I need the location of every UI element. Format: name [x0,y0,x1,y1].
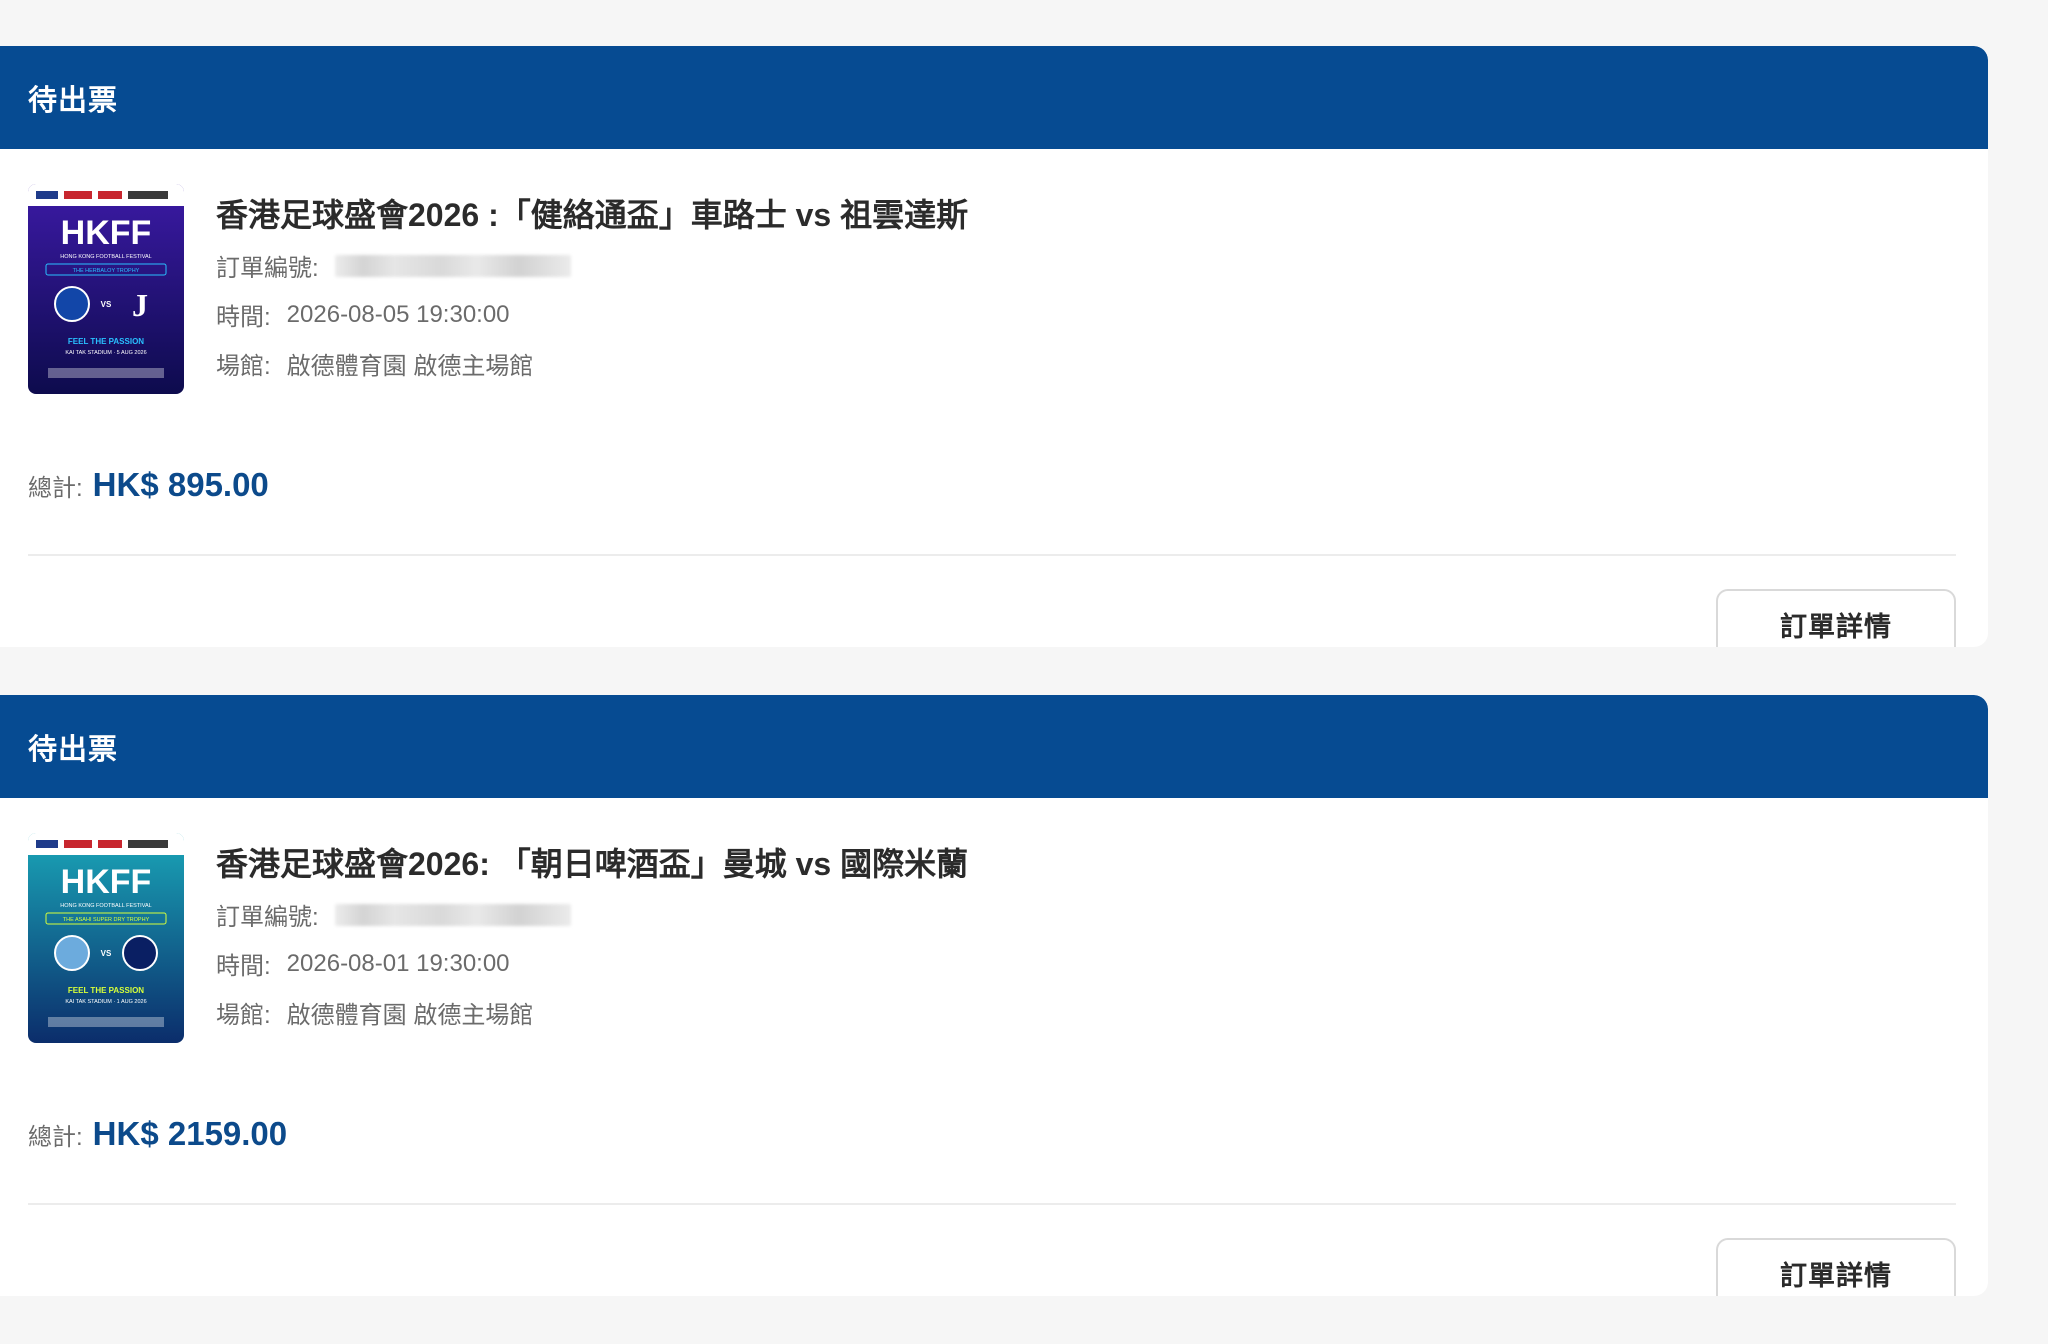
event-title[interactable]: 香港足球盛會2026: 「朝日啤酒盃」曼城 vs 國際米蘭 [216,845,968,883]
event-row: HKFF HONG KONG FOOTBALL FESTIVAL THE ASA… [28,833,968,1043]
total-row: 總計: HK$ 895.00 [28,466,269,504]
card-divider [28,1203,1956,1205]
poster-vs: VS [101,949,112,958]
time-value: 2026-08-01 19:30:00 [286,949,510,977]
order-details-button[interactable]: 訂單詳情 [1716,1238,1956,1296]
order-card-header: 待出票 [0,46,1988,149]
event-poster-image[interactable]: HKFF HONG KONG FOOTBALL FESTIVAL THE ASA… [28,833,184,1043]
order-status-label: 待出票 [28,733,119,766]
poster-brand: HKFF [61,214,152,252]
order-list: 待出票 HKFF HONG KONG FOOTBALL FESTIVAL THE… [0,46,1988,1344]
order-number-label: 訂單編號: [216,904,319,932]
poster-trophy: THE HERBALOY TROPHY [73,268,140,274]
poster-trophy: THE ASAHI SUPER DRY TROPHY [63,917,150,923]
poster-subtitle: HONG KONG FOOTBALL FESTIVAL [60,903,151,909]
poster-graphic: HKFF HONG KONG FOOTBALL FESTIVAL THE HER… [28,184,184,394]
order-number-label: 訂單編號: [216,255,319,283]
poster-graphic: HKFF HONG KONG FOOTBALL FESTIVAL THE ASA… [28,833,184,1043]
order-number-row: 訂單編號: [216,897,968,932]
order-details-button[interactable]: 訂單詳情 [1716,589,1956,647]
time-label: 時間: [216,304,271,332]
venue-label: 場館: [216,1002,271,1030]
poster-venue-date: KAI TAK STADIUM · 1 AUG 2026 [65,999,146,1005]
order-card: 待出票 HKFF HONG KONG FOOTBALL FESTIVAL THE… [0,695,1988,1296]
event-info: 香港足球盛會2026 :「健絡通盃」車路士 vs 祖雲達斯 訂單編號: 時間: … [216,196,968,394]
event-poster-image[interactable]: HKFF HONG KONG FOOTBALL FESTIVAL THE HER… [28,184,184,394]
order-number-redacted [334,254,571,277]
venue-row: 場館: 啟德體育園 啟德主場館 [216,346,968,381]
poster-slogan: FEEL THE PASSION [68,337,144,346]
venue-row: 場館: 啟德體育園 啟德主場館 [216,995,968,1030]
event-row: HKFF HONG KONG FOOTBALL FESTIVAL THE HER… [28,184,968,394]
poster-brand: HKFF [61,863,152,901]
total-label: 總計: [28,475,83,502]
card-divider [28,554,1956,556]
poster-subtitle: HONG KONG FOOTBALL FESTIVAL [60,254,151,260]
event-info: 香港足球盛會2026: 「朝日啤酒盃」曼城 vs 國際米蘭 訂單編號: 時間: … [216,845,968,1043]
poster-slogan: FEEL THE PASSION [68,986,144,995]
svg-text:J: J [132,287,148,323]
poster-vs: VS [101,300,112,309]
total-amount: HK$ 895.00 [92,466,269,503]
time-value: 2026-08-05 19:30:00 [286,300,510,328]
order-card: 待出票 HKFF HONG KONG FOOTBALL FESTIVAL THE… [0,46,1988,647]
order-status-label: 待出票 [28,84,119,117]
total-amount: HK$ 2159.00 [92,1115,288,1152]
total-row: 總計: HK$ 2159.00 [28,1115,287,1153]
total-label: 總計: [28,1124,83,1151]
time-row: 時間: 2026-08-05 19:30:00 [216,297,968,332]
order-number-redacted [334,903,571,926]
time-label: 時間: [216,953,271,981]
venue-value: 啟德體育園 啟德主場館 [286,1002,534,1030]
poster-venue-date: KAI TAK STADIUM · 5 AUG 2026 [65,350,146,356]
order-number-row: 訂單編號: [216,248,968,283]
event-title[interactable]: 香港足球盛會2026 :「健絡通盃」車路士 vs 祖雲達斯 [216,196,968,234]
order-card-header: 待出票 [0,695,1988,798]
time-row: 時間: 2026-08-01 19:30:00 [216,946,968,981]
venue-label: 場館: [216,353,271,381]
venue-value: 啟德體育園 啟德主場館 [286,353,534,381]
